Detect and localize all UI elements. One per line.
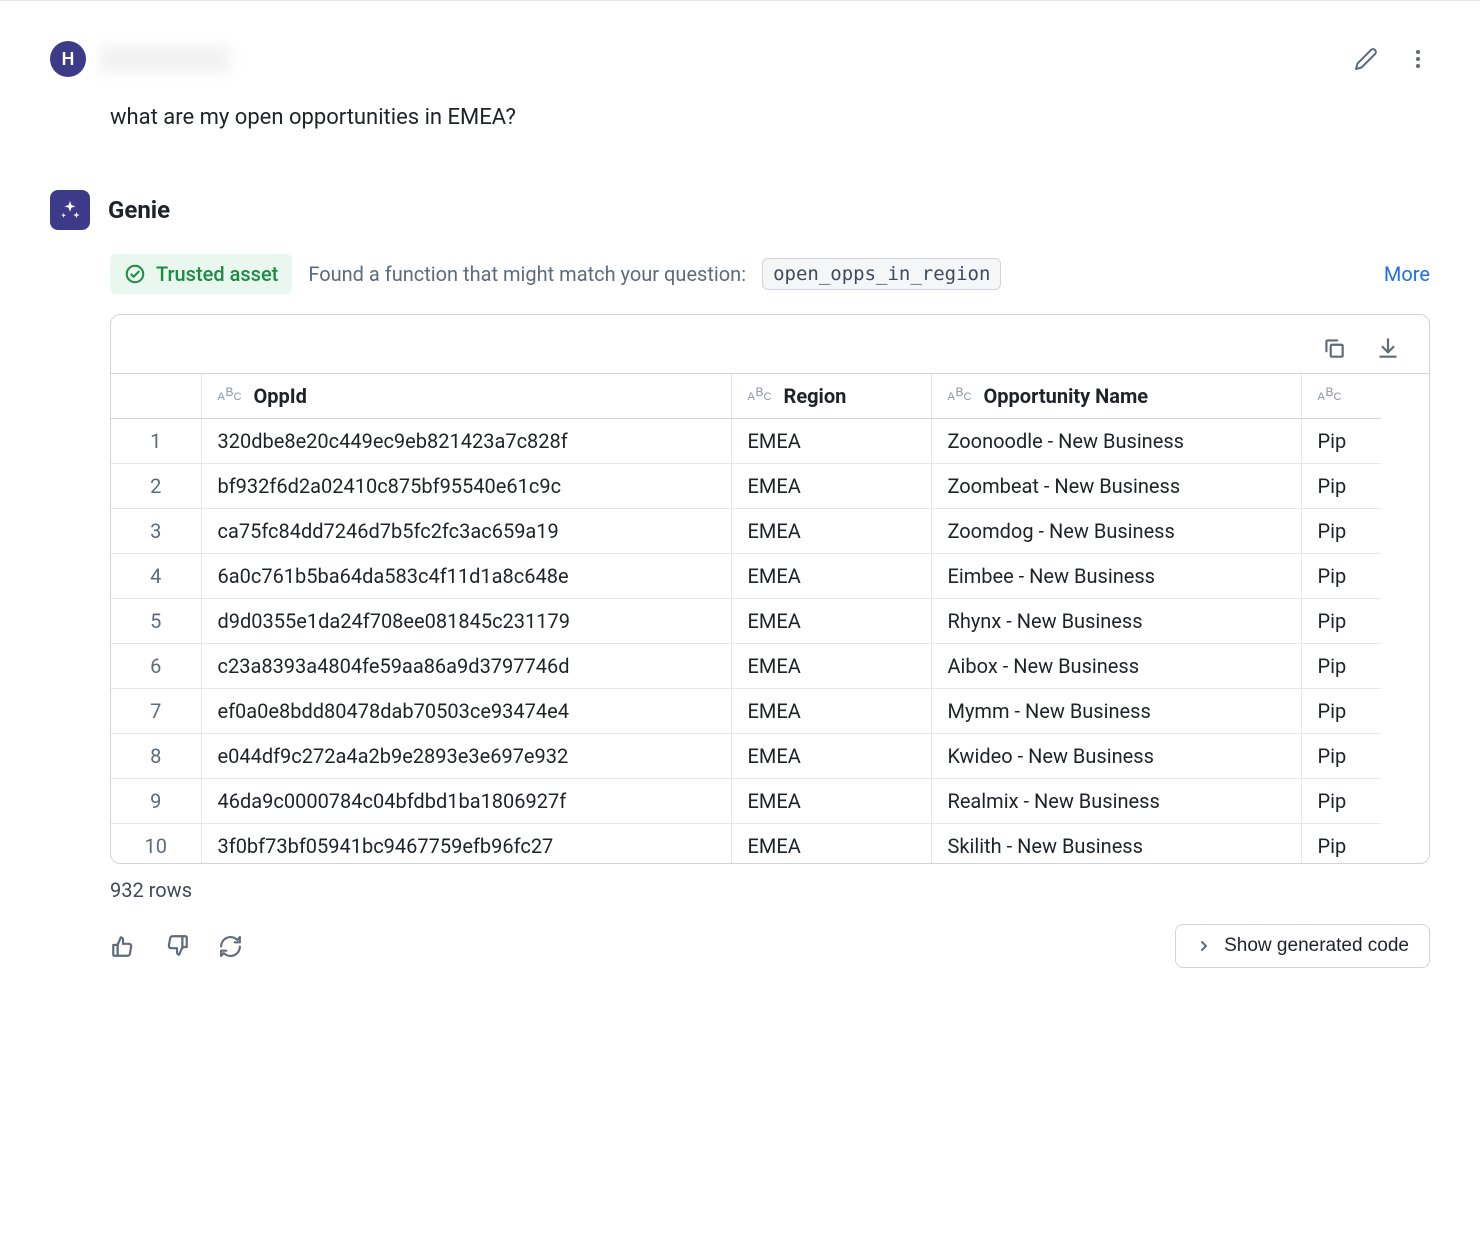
cell-region: EMEA xyxy=(731,824,931,864)
cell-index: 8 xyxy=(111,734,201,779)
rows-count: 932 rows xyxy=(110,878,1430,902)
cell-oppname: Skilith - New Business xyxy=(931,824,1301,864)
more-link[interactable]: More xyxy=(1384,262,1430,286)
cell-index: 9 xyxy=(111,779,201,824)
cell-oppname: Eimbee - New Business xyxy=(931,554,1301,599)
cell-oppid: 46da9c0000784c04bfdbd1ba1806927f xyxy=(201,779,731,824)
user-question: what are my open opportunities in EMEA? xyxy=(110,105,1430,130)
cell-region: EMEA xyxy=(731,599,931,644)
genie-label: Genie xyxy=(108,196,170,224)
table-row[interactable]: 3ca75fc84dd7246d7b5fc2fc3ac659a19EMEAZoo… xyxy=(111,509,1381,554)
col-header-oppid[interactable]: BOppId xyxy=(201,374,731,419)
cell-oppname: Aibox - New Business xyxy=(931,644,1301,689)
cell-index: 3 xyxy=(111,509,201,554)
cell-oppid: c23a8393a4804fe59aa86a9d3797746d xyxy=(201,644,731,689)
cell-oppid: ef0a0e8bdd80478dab70503ce93474e4 xyxy=(201,689,731,734)
table-row[interactable]: 103f0bf73bf05941bc9467759efb96fc27EMEASk… xyxy=(111,824,1381,864)
cell-index: 6 xyxy=(111,644,201,689)
trusted-asset-label: Trusted asset xyxy=(156,262,278,286)
trusted-asset-badge: Trusted asset xyxy=(110,254,292,294)
cell-region: EMEA xyxy=(731,419,931,464)
cell-index: 10 xyxy=(111,824,201,864)
cell-oppid: 3f0bf73bf05941bc9467759efb96fc27 xyxy=(201,824,731,864)
results-table[interactable]: BOppId BRegion BOpportunity Name B xyxy=(111,373,1429,863)
thumbs-up-icon[interactable] xyxy=(110,933,136,959)
cell-last: Pip xyxy=(1301,734,1381,779)
col-header-oppname[interactable]: BOpportunity Name xyxy=(931,374,1301,419)
cell-region: EMEA xyxy=(731,734,931,779)
chevron-right-icon xyxy=(1196,938,1212,954)
string-type-icon: B xyxy=(1318,387,1344,405)
string-type-icon: B xyxy=(218,387,244,405)
cell-oppid: d9d0355e1da24f708ee081845c231179 xyxy=(201,599,731,644)
result-card: BOppId BRegion BOpportunity Name B xyxy=(110,314,1430,864)
cell-region: EMEA xyxy=(731,509,931,554)
col-header-index[interactable] xyxy=(111,374,201,419)
cell-oppid: 6a0c761b5ba64da583c4f11d1a8c648e xyxy=(201,554,731,599)
cell-oppname: Mymm - New Business xyxy=(931,689,1301,734)
cell-oppid: ca75fc84dd7246d7b5fc2fc3ac659a19 xyxy=(201,509,731,554)
refresh-icon[interactable] xyxy=(218,934,243,959)
cell-oppname: Zoomdog - New Business xyxy=(931,509,1301,554)
cell-last: Pip xyxy=(1301,824,1381,864)
cell-last: Pip xyxy=(1301,644,1381,689)
table-row[interactable]: 946da9c0000784c04bfdbd1ba1806927fEMEARea… xyxy=(111,779,1381,824)
avatar: H xyxy=(50,41,86,77)
cell-oppname: Zoonoodle - New Business xyxy=(931,419,1301,464)
cell-oppid: e044df9c272a4a2b9e2893e3e697e932 xyxy=(201,734,731,779)
cell-oppname: Kwideo - New Business xyxy=(931,734,1301,779)
user-message-header: H xyxy=(50,41,1430,77)
cell-index: 4 xyxy=(111,554,201,599)
cell-index: 5 xyxy=(111,599,201,644)
table-row[interactable]: 1320dbe8e20c449ec9eb821423a7c828fEMEAZoo… xyxy=(111,419,1381,464)
function-chip[interactable]: open_opps_in_region xyxy=(762,258,1001,290)
cell-index: 2 xyxy=(111,464,201,509)
thumbs-down-icon[interactable] xyxy=(164,933,190,959)
cell-oppid: 320dbe8e20c449ec9eb821423a7c828f xyxy=(201,419,731,464)
string-type-icon: B xyxy=(948,387,974,405)
cell-last: Pip xyxy=(1301,689,1381,734)
table-row[interactable]: 46a0c761b5ba64da583c4f11d1a8c648eEMEAEim… xyxy=(111,554,1381,599)
function-hint: Found a function that might match your q… xyxy=(308,262,746,286)
cell-oppname: Rhynx - New Business xyxy=(931,599,1301,644)
table-row[interactable]: 8e044df9c272a4a2b9e2893e3e697e932EMEAKwi… xyxy=(111,734,1381,779)
cell-region: EMEA xyxy=(731,644,931,689)
cell-index: 1 xyxy=(111,419,201,464)
cell-oppid: bf932f6d2a02410c875bf95540e61c9c xyxy=(201,464,731,509)
cell-region: EMEA xyxy=(731,779,931,824)
table-row[interactable]: 5d9d0355e1da24f708ee081845c231179EMEARhy… xyxy=(111,599,1381,644)
cell-last: Pip xyxy=(1301,779,1381,824)
cell-region: EMEA xyxy=(731,689,931,734)
cell-oppname: Zoombeat - New Business xyxy=(931,464,1301,509)
table-row[interactable]: 6c23a8393a4804fe59aa86a9d3797746dEMEAAib… xyxy=(111,644,1381,689)
col-header-region[interactable]: BRegion xyxy=(731,374,931,419)
table-row[interactable]: 7ef0a0e8bdd80478dab70503ce93474e4EMEAMym… xyxy=(111,689,1381,734)
cell-last: Pip xyxy=(1301,509,1381,554)
cell-last: Pip xyxy=(1301,419,1381,464)
kebab-menu-icon[interactable] xyxy=(1406,47,1430,71)
cell-last: Pip xyxy=(1301,464,1381,509)
edit-icon[interactable] xyxy=(1354,47,1378,71)
genie-icon xyxy=(50,190,90,230)
username-redacted xyxy=(100,45,230,73)
show-generated-code-button[interactable]: Show generated code xyxy=(1175,924,1430,968)
string-type-icon: B xyxy=(748,387,774,405)
table-row[interactable]: 2bf932f6d2a02410c875bf95540e61c9cEMEAZoo… xyxy=(111,464,1381,509)
col-header-last[interactable]: B xyxy=(1301,374,1381,419)
cell-last: Pip xyxy=(1301,554,1381,599)
cell-last: Pip xyxy=(1301,599,1381,644)
download-icon[interactable] xyxy=(1375,335,1401,361)
cell-region: EMEA xyxy=(731,464,931,509)
cell-oppname: Realmix - New Business xyxy=(931,779,1301,824)
cell-region: EMEA xyxy=(731,554,931,599)
copy-icon[interactable] xyxy=(1321,335,1347,361)
cell-index: 7 xyxy=(111,689,201,734)
